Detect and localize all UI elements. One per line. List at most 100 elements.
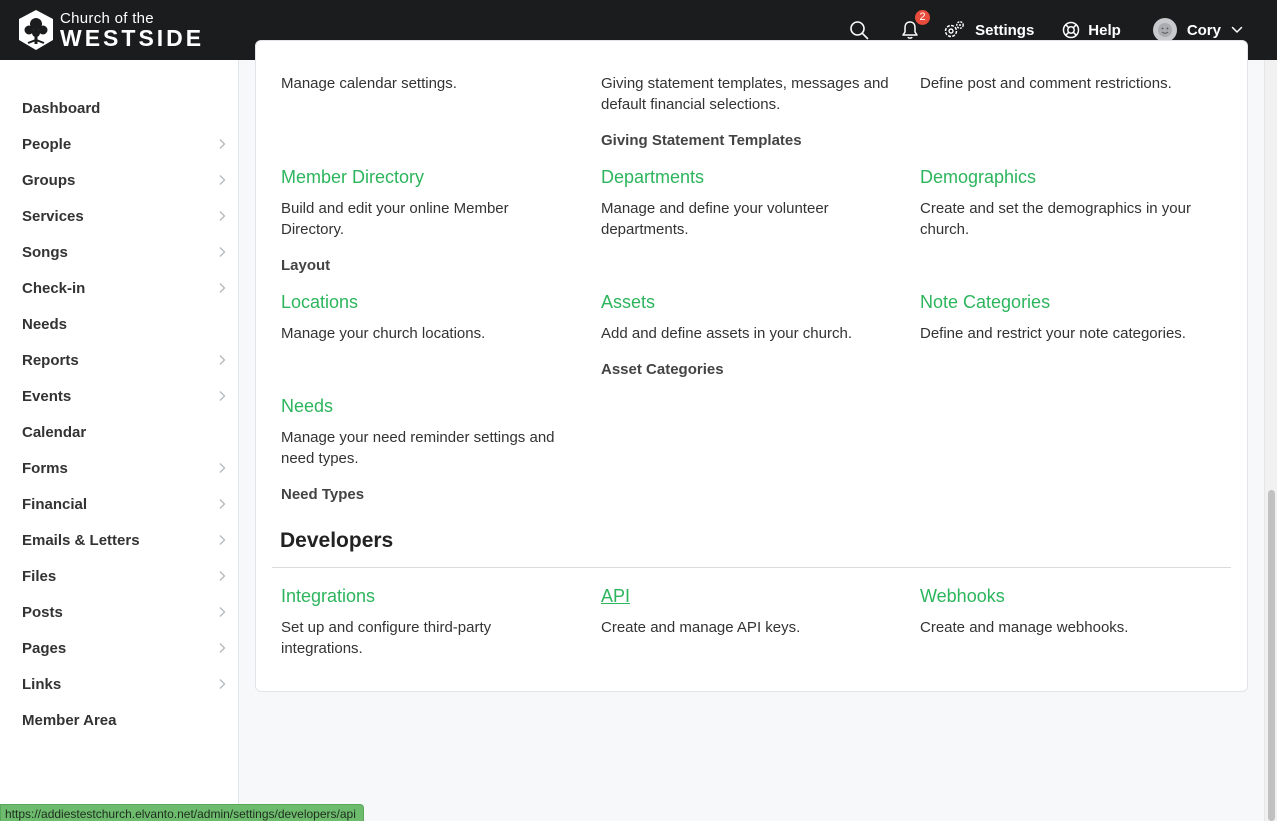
chevron-right-icon bbox=[219, 355, 226, 365]
locations-link[interactable]: Locations bbox=[281, 292, 358, 313]
sidebar-item-forms[interactable]: Forms bbox=[0, 450, 238, 486]
notification-count-badge: 2 bbox=[915, 10, 931, 25]
developers-heading: Developers bbox=[280, 529, 394, 552]
link-status-bar: https://addiestestchurch.elvanto.net/adm… bbox=[0, 804, 364, 821]
sidebar-item-label: Pages bbox=[22, 639, 67, 657]
help-label: Help bbox=[1088, 21, 1121, 39]
gear-icon bbox=[944, 21, 965, 38]
giving-description: Giving statement templates, messages and… bbox=[601, 75, 889, 113]
sidebar-item-label: Reports bbox=[22, 351, 79, 369]
sidebar-item-reports[interactable]: Reports bbox=[0, 342, 238, 378]
giving-statement-templates-link[interactable]: Giving Statement Templates bbox=[601, 132, 802, 149]
sidebar-item-label: Links bbox=[22, 675, 62, 693]
layout-link[interactable]: Layout bbox=[281, 257, 330, 274]
sidebar-item-emails-letters[interactable]: Emails & Letters bbox=[0, 522, 238, 558]
search-button[interactable] bbox=[849, 20, 869, 40]
chevron-right-icon bbox=[219, 247, 226, 257]
calendar-description: Manage calendar settings. bbox=[281, 75, 457, 92]
sidebar-item-label: Emails & Letters bbox=[22, 531, 140, 549]
demographics-description: Create and set the demographics in your … bbox=[920, 200, 1191, 238]
chevron-right-icon bbox=[219, 643, 226, 653]
integrations-description: Set up and configure third-party integra… bbox=[281, 619, 492, 657]
notifications-button[interactable]: 2 bbox=[901, 10, 931, 40]
sidebar-item-label: Groups bbox=[22, 171, 76, 189]
sidebar-item-label: Member Area bbox=[22, 711, 117, 729]
needs-link[interactable]: Needs bbox=[281, 396, 333, 417]
asset-categories-link[interactable]: Asset Categories bbox=[601, 361, 724, 378]
sidebar-item-files[interactable]: Files bbox=[0, 558, 238, 594]
sidebar-item-label: Events bbox=[22, 387, 72, 405]
sidebar-item-services[interactable]: Services bbox=[0, 198, 238, 234]
member-directory-link[interactable]: Member Directory bbox=[281, 167, 424, 188]
note-categories-description: Define and restrict your note categories… bbox=[920, 325, 1186, 342]
sidebar-item-groups[interactable]: Groups bbox=[0, 162, 238, 198]
sidebar-item-label: Calendar bbox=[22, 423, 87, 441]
chevron-right-icon bbox=[219, 679, 226, 689]
api-link[interactable]: API bbox=[601, 586, 630, 607]
sidebar-item-label: Posts bbox=[22, 603, 63, 621]
sidebar-item-label: Files bbox=[22, 567, 57, 585]
needs-description: Manage your need reminder settings and n… bbox=[281, 429, 555, 467]
sidebar-item-pages[interactable]: Pages bbox=[0, 630, 238, 666]
sidebar-item-label: Needs bbox=[22, 315, 68, 333]
note-categories-link[interactable]: Note Categories bbox=[920, 292, 1050, 313]
sidebar-item-financial[interactable]: Financial bbox=[0, 486, 238, 522]
sidebar-item-label: Songs bbox=[22, 243, 68, 261]
user-name: Cory bbox=[1186, 21, 1221, 39]
assets-link[interactable]: Assets bbox=[601, 292, 655, 313]
api-description: Create and manage API keys. bbox=[601, 619, 801, 636]
search-icon bbox=[850, 21, 869, 40]
sidebar-item-label: Check-in bbox=[22, 279, 86, 297]
tree-logo-icon bbox=[19, 10, 53, 50]
sidebar-item-member-area[interactable]: Member Area bbox=[0, 702, 238, 738]
assets-description: Add and define assets in your church. bbox=[601, 325, 852, 342]
chevron-right-icon bbox=[219, 499, 226, 509]
scrollbar-thumb[interactable] bbox=[1268, 490, 1275, 821]
departments-link[interactable]: Departments bbox=[601, 167, 704, 188]
sidebar-item-label: People bbox=[22, 135, 72, 153]
settings-label: Settings bbox=[975, 21, 1035, 39]
logo-text-line1: Church of the bbox=[60, 9, 154, 27]
sidebar-item-dashboard[interactable]: Dashboard bbox=[0, 90, 238, 126]
user-menu-button[interactable]: Cory bbox=[1152, 18, 1243, 42]
chevron-right-icon bbox=[219, 463, 226, 473]
chevron-down-icon bbox=[1231, 26, 1243, 33]
user-face-icon bbox=[1157, 23, 1172, 37]
avatar bbox=[1152, 18, 1177, 42]
chevron-right-icon bbox=[219, 571, 226, 581]
sidebar-item-people[interactable]: People bbox=[0, 126, 238, 162]
chevron-right-icon bbox=[219, 211, 226, 221]
need-types-link[interactable]: Need Types bbox=[281, 486, 364, 503]
sidebar-item-label: Financial bbox=[22, 495, 88, 513]
chevron-right-icon bbox=[219, 535, 226, 545]
help-button[interactable]: Help bbox=[1062, 21, 1121, 39]
settings-button[interactable]: Settings bbox=[943, 20, 1034, 40]
sidebar-item-songs[interactable]: Songs bbox=[0, 234, 238, 270]
sidebar-item-label: Services bbox=[22, 207, 84, 225]
posts-description: Define post and comment restrictions. bbox=[920, 75, 1172, 92]
page-scrollbar[interactable] bbox=[1264, 60, 1277, 821]
demographics-link[interactable]: Demographics bbox=[920, 167, 1036, 188]
locations-description: Manage your church locations. bbox=[281, 325, 486, 342]
webhooks-link[interactable]: Webhooks bbox=[920, 586, 1005, 607]
sidebar-item-label: Dashboard bbox=[22, 99, 101, 117]
sidebar-item-calendar[interactable]: Calendar bbox=[0, 414, 238, 450]
chevron-right-icon bbox=[219, 139, 226, 149]
sidebar-item-posts[interactable]: Posts bbox=[0, 594, 238, 630]
logo-text-line2: WESTSIDE bbox=[60, 24, 205, 51]
church-logo[interactable]: Church of the WESTSIDE bbox=[16, 9, 204, 51]
chevron-right-icon bbox=[219, 283, 226, 293]
sidebar-item-links[interactable]: Links bbox=[0, 666, 238, 702]
help-icon bbox=[1063, 21, 1080, 39]
departments-description: Manage and define your volunteer departm… bbox=[601, 200, 829, 238]
member-directory-description: Build and edit your online Member Direct… bbox=[281, 200, 509, 238]
chevron-right-icon bbox=[219, 175, 226, 185]
sidebar-item-label: Forms bbox=[22, 459, 68, 477]
chevron-right-icon bbox=[219, 391, 226, 401]
integrations-link[interactable]: Integrations bbox=[281, 586, 375, 607]
sidebar-item-check-in[interactable]: Check-in bbox=[0, 270, 238, 306]
sidebar-item-needs[interactable]: Needs bbox=[0, 306, 238, 342]
chevron-right-icon bbox=[219, 607, 226, 617]
sidebar-item-events[interactable]: Events bbox=[0, 378, 238, 414]
sidebar: Dashboard People Groups Services Songs Check-… bbox=[0, 60, 239, 821]
